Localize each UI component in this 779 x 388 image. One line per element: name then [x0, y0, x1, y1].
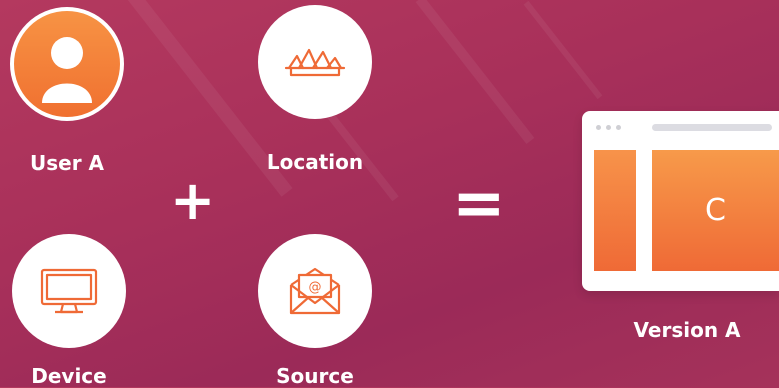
source-circle: @ [258, 234, 372, 348]
browser-window-icon: C [582, 111, 779, 291]
background-streak [415, 0, 535, 144]
opera-house-icon [284, 48, 346, 77]
background-streak [523, 0, 603, 100]
plus-operator: + [170, 169, 216, 232]
device-circle [12, 234, 126, 348]
svg-text:@: @ [309, 280, 322, 295]
content-letter: C [705, 193, 726, 228]
location-circle [258, 5, 372, 119]
email-icon: @ [289, 267, 341, 315]
result-label: Version A [633, 318, 741, 342]
source-label: Source [276, 364, 354, 388]
user-circle [10, 7, 124, 121]
user-label: User A [29, 151, 104, 175]
monitor-icon [40, 268, 98, 314]
location-label: Location [266, 150, 364, 174]
user-icon [42, 37, 92, 103]
sidebar-block [594, 150, 636, 271]
address-bar [652, 124, 772, 131]
equals-operator: = [452, 167, 506, 241]
content-block: C [652, 150, 779, 271]
device-label: Device [31, 364, 107, 388]
window-dots [596, 125, 621, 130]
